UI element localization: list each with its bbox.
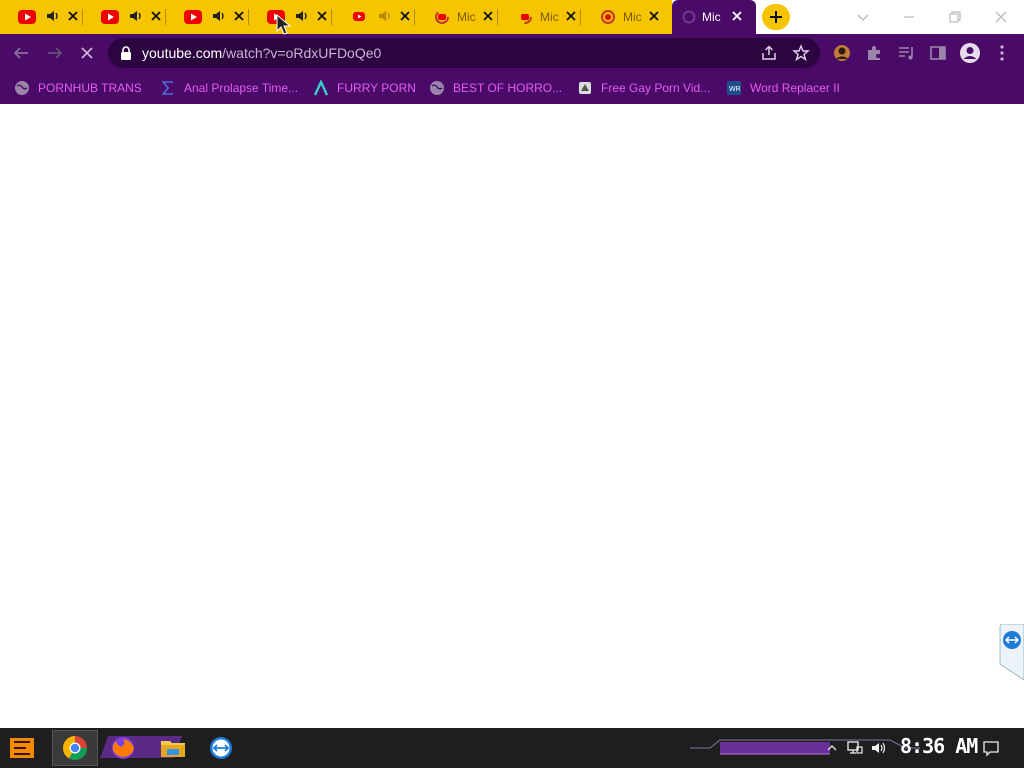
word-replacer-icon: WR	[727, 81, 741, 95]
tab-title: Mic	[702, 10, 721, 24]
media-control-icon[interactable]	[895, 42, 917, 64]
speaker-icon[interactable]	[46, 9, 60, 23]
volume-icon[interactable]	[870, 739, 888, 757]
caret-logo-icon	[313, 80, 329, 96]
bookmark-label: Free Gay Porn Vid...	[601, 81, 711, 95]
tab-strip: Mic Mic Mic Mic	[0, 0, 1024, 34]
lock-icon[interactable]	[120, 46, 132, 60]
bookmark-label: BEST OF HORRO...	[453, 81, 563, 95]
close-icon[interactable]	[564, 9, 578, 23]
close-icon[interactable]	[398, 9, 412, 23]
browser-tab[interactable]: Mic	[415, 0, 498, 34]
url-text[interactable]: youtube.com/watch?v=oRdxUFDoQe0	[142, 45, 381, 61]
stop-loading-icon[interactable]	[76, 42, 98, 64]
globe-icon	[430, 81, 444, 95]
site-icon	[579, 82, 591, 94]
url-path: /watch?v=oRdxUFDoQe0	[222, 45, 382, 61]
bookmark-label: Word Replacer II	[750, 81, 840, 95]
speaker-icon[interactable]	[129, 9, 143, 23]
close-icon[interactable]	[66, 9, 80, 23]
back-icon[interactable]	[10, 42, 32, 64]
youtube-icon	[184, 10, 202, 24]
firefox-icon[interactable]	[107, 732, 139, 764]
browser-tab[interactable]: Mic	[498, 0, 581, 34]
browser-tab[interactable]	[166, 0, 249, 34]
extensions-puzzle-icon[interactable]	[863, 42, 885, 64]
browser-toolbar: youtube.com/watch?v=oRdxUFDoQe0	[0, 34, 1024, 72]
tab-title: Mic	[540, 10, 559, 24]
close-icon[interactable]	[647, 9, 661, 23]
close-window-icon[interactable]	[990, 6, 1012, 28]
minimize-icon[interactable]	[898, 6, 920, 28]
page-content[interactable]	[0, 104, 1024, 728]
sigma-icon	[161, 81, 173, 95]
share-icon[interactable]	[760, 44, 778, 62]
browser-tab-active[interactable]: Mic	[672, 0, 756, 34]
bookmark-item[interactable]: Anal Prolapse Time...	[160, 77, 298, 99]
close-icon[interactable]	[232, 9, 246, 23]
profile-avatar-icon[interactable]	[831, 42, 853, 64]
bookmark-label: Anal Prolapse Time...	[184, 81, 299, 95]
plus-icon	[770, 11, 782, 23]
browser-tab[interactable]: Mic	[581, 0, 664, 34]
forward-icon[interactable]	[44, 42, 66, 64]
tab-title: Mic	[457, 10, 476, 24]
side-panel-icon[interactable]	[927, 42, 949, 64]
browser-tab[interactable]	[0, 0, 83, 34]
svg-text:WR: WR	[729, 86, 741, 93]
chrome-icon[interactable]	[59, 732, 91, 764]
teamviewer-icon[interactable]	[205, 732, 237, 764]
start-button-icon[interactable]	[6, 732, 38, 764]
speaker-icon[interactable]	[378, 9, 392, 23]
speaker-icon[interactable]	[212, 9, 226, 23]
close-icon[interactable]	[315, 9, 329, 23]
loading-icon	[682, 10, 696, 24]
browser-tab[interactable]	[83, 0, 166, 34]
menu-kebab-icon[interactable]	[991, 42, 1013, 64]
youtube-icon	[101, 10, 119, 24]
youtube-loading-icon	[518, 10, 532, 24]
bookmarks-bar: PORNHUB TRANS Anal Prolapse Time... FURR…	[0, 72, 1024, 104]
bookmark-item[interactable]: Free Gay Porn Vid...	[577, 77, 710, 99]
taskbar-clock[interactable]: 8:36 AM	[900, 734, 978, 758]
address-bar[interactable]: youtube.com/watch?v=oRdxUFDoQe0	[108, 38, 820, 68]
star-icon[interactable]	[792, 44, 810, 62]
bookmark-item[interactable]: PORNHUB TRANS	[14, 77, 142, 99]
bookmark-item[interactable]: WR Word Replacer II	[726, 77, 840, 99]
account-icon[interactable]	[959, 42, 981, 64]
speaker-icon[interactable]	[295, 9, 309, 23]
new-tab-button[interactable]	[762, 4, 790, 30]
close-icon[interactable]	[481, 9, 495, 23]
youtube-loading-icon	[435, 10, 449, 24]
bookmark-item[interactable]: FURRY PORN	[313, 77, 416, 99]
network-icon[interactable]	[846, 739, 864, 757]
youtube-loading-icon	[601, 10, 615, 24]
bookmark-item[interactable]: BEST OF HORRO...	[429, 77, 562, 99]
close-icon[interactable]	[730, 9, 744, 23]
mouse-cursor-icon	[276, 14, 292, 35]
notifications-icon[interactable]	[982, 739, 1000, 757]
tab-title: Mic	[623, 10, 642, 24]
bookmark-label: PORNHUB TRANS	[38, 81, 142, 95]
bookmark-label: FURRY PORN	[337, 81, 416, 95]
url-host: youtube.com	[142, 45, 223, 61]
taskbar: 8:36 AM	[0, 728, 1024, 768]
globe-icon	[15, 81, 29, 95]
file-explorer-icon[interactable]	[157, 732, 189, 764]
show-hidden-icons-icon[interactable]	[826, 742, 838, 754]
restore-icon[interactable]	[944, 6, 966, 28]
teamviewer-panel-tab-icon[interactable]	[998, 624, 1024, 680]
browser-tab[interactable]	[332, 0, 415, 34]
youtube-icon	[18, 10, 36, 24]
close-icon[interactable]	[149, 9, 163, 23]
tab-search-icon[interactable]	[852, 6, 874, 28]
youtube-small-icon	[353, 12, 365, 21]
